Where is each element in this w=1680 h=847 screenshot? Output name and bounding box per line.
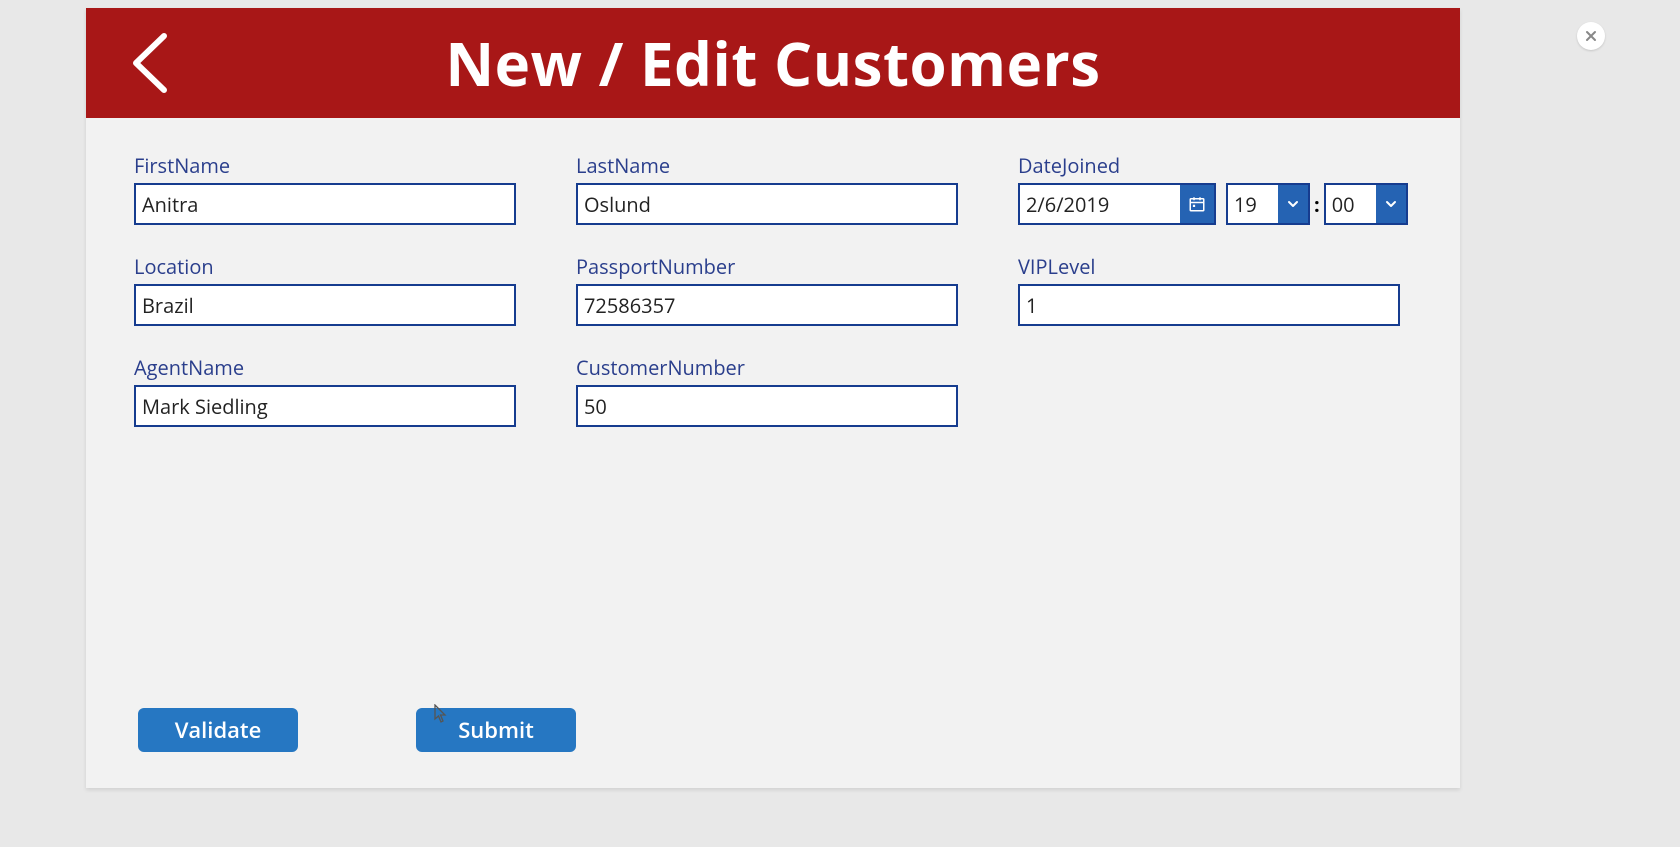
datejoined-date-value: 2/6/2019 [1020,185,1180,223]
field-datejoined: DateJoined 2/6/2019 [1018,152,1400,225]
close-button[interactable] [1577,22,1605,50]
viplevel-input[interactable] [1018,284,1400,326]
customernumber-input[interactable] [576,385,958,427]
datejoined-minute-value: 00 [1326,185,1376,223]
calendar-icon[interactable] [1180,185,1214,223]
time-separator: : [1314,191,1320,218]
validate-button[interactable]: Validate [138,708,298,752]
datejoined-label: DateJoined [1018,152,1400,179]
datejoined-minute-select[interactable]: 00 [1324,183,1408,225]
form-area: FirstName LastName DateJoined 2/6/2019 [86,118,1460,788]
back-button[interactable] [124,28,174,98]
agentname-label: AgentName [134,354,516,381]
firstname-input[interactable] [134,183,516,225]
viplevel-label: VIPLevel [1018,253,1400,280]
datejoined-hour-select[interactable]: 19 [1226,183,1310,225]
passportnumber-label: PassportNumber [576,253,958,280]
field-location: Location [134,253,516,326]
field-customernumber: CustomerNumber [576,354,958,427]
chevron-down-icon[interactable] [1278,185,1308,223]
close-icon [1585,30,1597,42]
firstname-label: FirstName [134,152,516,179]
modal-title: New / Edit Customers [445,22,1100,104]
location-input[interactable] [134,284,516,326]
datejoined-hour-value: 19 [1228,185,1278,223]
modal-header: New / Edit Customers [86,8,1460,118]
edit-customer-modal: New / Edit Customers FirstName LastName … [86,8,1460,788]
datejoined-date-picker[interactable]: 2/6/2019 [1018,183,1216,225]
submit-button[interactable]: Submit [416,708,576,752]
chevron-down-icon[interactable] [1376,185,1406,223]
customernumber-label: CustomerNumber [576,354,958,381]
location-label: Location [134,253,516,280]
field-agentname: AgentName [134,354,516,427]
field-lastname: LastName [576,152,958,225]
field-passportnumber: PassportNumber [576,253,958,326]
field-firstname: FirstName [134,152,516,225]
field-viplevel: VIPLevel [1018,253,1400,326]
agentname-input[interactable] [134,385,516,427]
lastname-input[interactable] [576,183,958,225]
passportnumber-input[interactable] [576,284,958,326]
lastname-label: LastName [576,152,958,179]
